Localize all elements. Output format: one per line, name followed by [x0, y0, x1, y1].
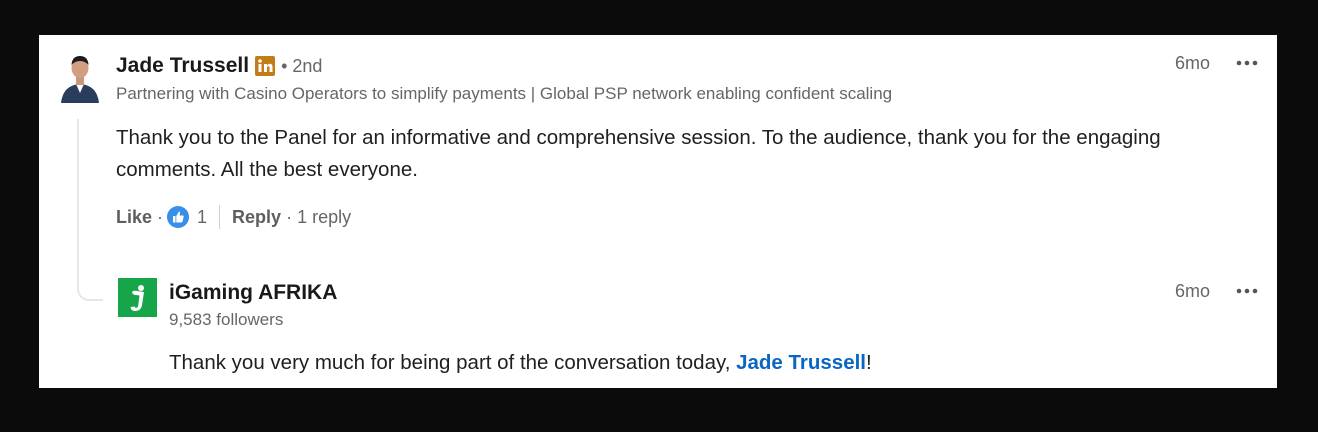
reply-text-main: Thank you very much for being part of th…: [169, 351, 737, 374]
author-headline: Partnering with Casino Operators to simp…: [116, 84, 893, 103]
connection-degree: • 2nd: [281, 55, 323, 76]
reply-text: Thank you very much for being part of th…: [169, 347, 872, 379]
like-reaction-icon[interactable]: [167, 206, 190, 228]
thread-connector: [77, 119, 103, 301]
company-logo[interactable]: [118, 278, 157, 317]
comment-text: Thank you to the Panel for an informativ…: [116, 126, 1161, 181]
comments-panel: Jade Trussell • 2nd Partnering with Casi…: [39, 35, 1277, 388]
reply-more-button[interactable]: [1235, 283, 1259, 301]
linkedin-premium-icon: [255, 56, 276, 76]
comment-timestamp: 6mo: [1175, 53, 1211, 73]
author-avatar[interactable]: [59, 53, 101, 103]
reply-followers: 9,583 followers: [169, 310, 284, 329]
reply-button[interactable]: Reply: [232, 207, 281, 228]
reply-text-end: !: [866, 351, 872, 374]
reply-timestamp: 6mo: [1175, 281, 1211, 301]
comment-actions: Like · 1 Reply · 1 reply: [116, 205, 351, 229]
author-name[interactable]: Jade Trussell: [116, 54, 249, 78]
ellipsis-icon: [1236, 288, 1258, 294]
reply-author-name[interactable]: iGaming AFRIKA: [169, 281, 337, 305]
ellipsis-icon: [1236, 60, 1258, 66]
like-button[interactable]: Like: [116, 207, 152, 228]
comment-more-button[interactable]: [1235, 55, 1259, 73]
mention-link[interactable]: Jade Trussell: [736, 351, 866, 374]
reply-count[interactable]: · 1 reply: [286, 207, 351, 228]
author-line: Jade Trussell • 2nd: [116, 54, 322, 78]
reaction-count[interactable]: 1: [197, 207, 207, 228]
action-dot: ·: [157, 206, 164, 227]
action-divider: [219, 205, 221, 229]
